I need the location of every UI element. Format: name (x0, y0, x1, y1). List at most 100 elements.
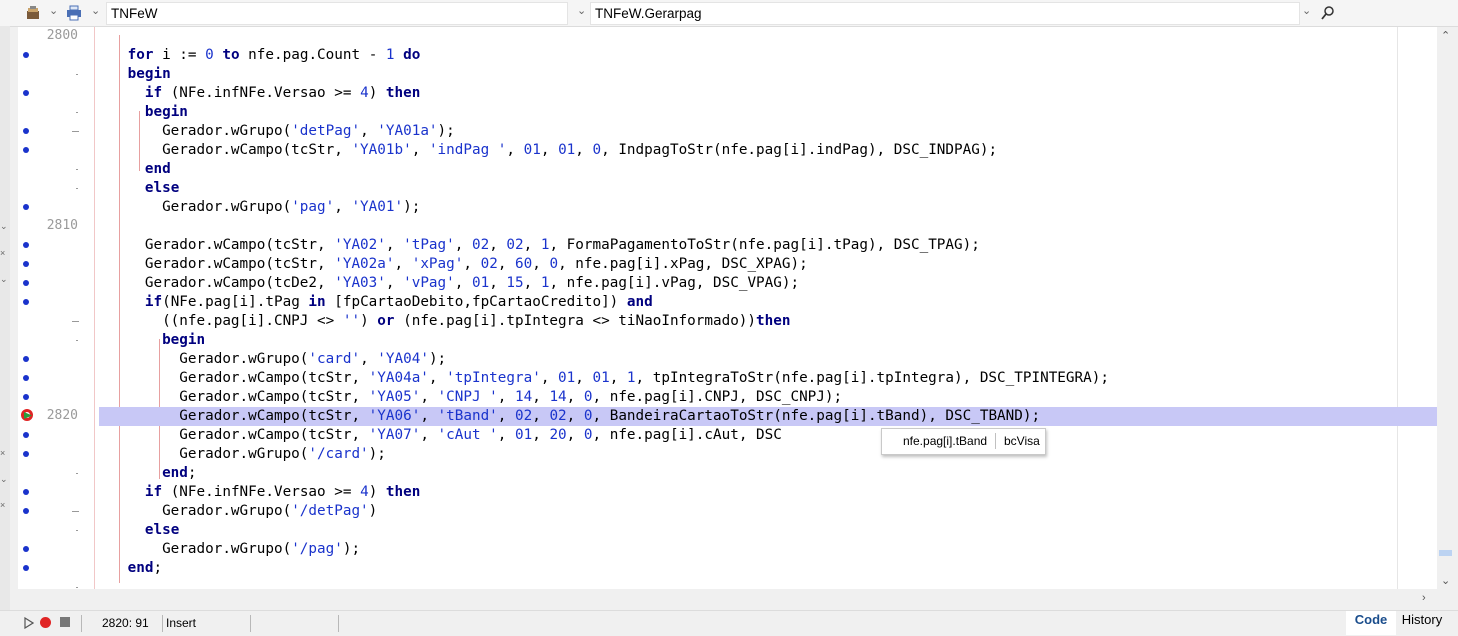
code-line[interactable]: end; (18, 559, 1437, 578)
code-line[interactable]: for i := 0 to nfe.pag.Count - 1 do (18, 46, 1437, 65)
breakpoint-gutter-dot[interactable] (23, 90, 29, 96)
code-line[interactable]: Gerador.wCampo(tcStr, 'YA02', 'tPag', 02… (18, 236, 1437, 255)
code-line[interactable]: begin (18, 103, 1437, 122)
code-line[interactable]: 2820 Gerador.wCampo(tcStr, 'YA06', 'tBan… (18, 407, 1437, 426)
run-icon[interactable] (24, 617, 34, 629)
close-icon[interactable]: × (0, 248, 5, 258)
chevron-down-icon[interactable]: ⌄ (91, 4, 100, 17)
breakpoint-gutter-dot[interactable] (23, 508, 29, 514)
code-text: Gerador.wCampo(tcStr, 'YA04a', 'tpIntegr… (76, 370, 1109, 386)
search-icon[interactable] (1320, 5, 1336, 21)
code-line[interactable]: ((nfe.pag[i].CNPJ <> '') or (nfe.pag[i].… (18, 312, 1437, 331)
code-text: Gerador.wCampo(tcStr, 'YA06', 'tBand', 0… (76, 408, 1041, 424)
tooltip-expression: nfe.pag[i].tBand (903, 434, 988, 448)
breakpoint-gutter-dot[interactable] (23, 280, 29, 286)
code-line[interactable]: Gerador.wGrupo('/card'); (18, 445, 1437, 464)
unit-combo-value: TNFeW (111, 6, 158, 21)
code-text: end; (162, 465, 197, 481)
breakpoint-gutter-dot[interactable] (23, 147, 29, 153)
code-text: else (144, 180, 180, 196)
code-line[interactable]: Gerador.wGrupo('detPag', 'YA01a'); (18, 122, 1437, 141)
code-line[interactable]: Gerador.wGrupo('pag', 'YA01'); (18, 198, 1437, 217)
tab-code[interactable]: Code (1346, 611, 1396, 635)
method-combo[interactable]: TNFeW.Gerarpag (590, 2, 1300, 25)
breakpoint-gutter-dot[interactable] (23, 128, 29, 134)
chevron-down-icon[interactable]: ⌄ (0, 474, 8, 485)
breakpoint-gutter-dot[interactable] (23, 299, 29, 305)
vertical-scrollbar[interactable]: ⌃ ⌄ (1437, 27, 1458, 589)
code-text: end (144, 161, 171, 177)
code-line[interactable]: 2800 (18, 27, 1437, 46)
breakpoint-gutter-dot[interactable] (23, 204, 29, 210)
code-line[interactable]: Gerador.wCampo(tcStr, 'YA05', 'CNPJ ', 1… (18, 388, 1437, 407)
scroll-thumb[interactable] (1439, 550, 1452, 556)
chevron-down-icon[interactable]: ⌄ (0, 221, 8, 232)
code-text: for i := 0 to nfe.pag.Count - 1 do (127, 47, 421, 63)
code-line[interactable]: else (18, 521, 1437, 540)
stop-icon[interactable] (60, 617, 70, 627)
code-line[interactable]: if (NFe.infNFe.Versao >= 4) then (18, 483, 1437, 502)
breakpoint-gutter-dot[interactable] (23, 565, 29, 571)
method-combo-value: TNFeW.Gerarpag (595, 6, 702, 21)
scroll-up-icon[interactable]: ⌃ (1441, 29, 1450, 42)
code-line[interactable]: Gerador.wGrupo('/pag'); (18, 540, 1437, 559)
breakpoint-gutter-dot[interactable] (23, 356, 29, 362)
toolbar: ⌄ ⌄ TNFeW ⌄ TNFeW.Gerarpag ⌄ (0, 0, 1458, 27)
breakpoint-gutter-dot[interactable] (23, 432, 29, 438)
tab-history[interactable]: History (1400, 611, 1444, 635)
project-icon[interactable] (25, 5, 41, 21)
code-text: begin (162, 332, 206, 348)
chevron-down-icon[interactable]: ⌄ (1302, 4, 1311, 17)
status-separator (81, 615, 82, 632)
code-line[interactable]: end (18, 160, 1437, 179)
code-line[interactable]: if(NFe.pag[i].tPag in [fpCartaoDebito,fp… (18, 293, 1437, 312)
code-text: Gerador.wCampo(tcStr, 'YA05', 'CNPJ ', 1… (76, 389, 843, 405)
code-line[interactable]: 2810 (18, 217, 1437, 236)
scroll-down-icon[interactable]: ⌄ (1441, 574, 1450, 587)
breakpoint-gutter-dot[interactable] (23, 394, 29, 400)
breakpoint-gutter-dot[interactable] (23, 242, 29, 248)
code-line[interactable] (18, 578, 1437, 589)
code-line[interactable]: Gerador.wCampo(tcStr, 'YA04a', 'tpIntegr… (18, 369, 1437, 388)
code-line[interactable]: begin (18, 331, 1437, 350)
code-text: begin (144, 104, 188, 120)
breakpoint-gutter-dot[interactable] (23, 261, 29, 267)
breakpoint-gutter-dot[interactable] (23, 546, 29, 552)
code-text: Gerador.wCampo(tcDe2, 'YA03', 'vPag', 01… (76, 275, 800, 291)
close-icon[interactable]: × (0, 448, 5, 458)
code-line[interactable]: Gerador.wGrupo('card', 'YA04'); (18, 350, 1437, 369)
breakpoint-gutter-dot[interactable] (23, 375, 29, 381)
left-dock-strip[interactable]: ⌄ × ⌄ × ⌄ × (0, 26, 10, 610)
code-line[interactable]: Gerador.wCampo(tcStr, 'YA01b', 'indPag '… (18, 141, 1437, 160)
code-text: Gerador.wGrupo('/card'); (76, 446, 386, 462)
code-line[interactable]: Gerador.wGrupo('/detPag') (18, 502, 1437, 521)
horizontal-scrollbar[interactable]: › (18, 589, 1437, 610)
execution-point-icon[interactable] (20, 408, 35, 423)
code-line[interactable]: begin (18, 65, 1437, 84)
breakpoint-gutter-dot[interactable] (23, 52, 29, 58)
chevron-down-icon[interactable]: ⌄ (0, 274, 8, 285)
code-text: else (144, 522, 180, 538)
code-text: Gerador.wCampo(tcStr, 'YA02a', 'xPag', 0… (76, 256, 808, 272)
code-text: begin (127, 66, 171, 82)
code-text: ((nfe.pag[i].CNPJ <> '') or (nfe.pag[i].… (76, 313, 791, 329)
close-icon[interactable]: × (0, 500, 5, 510)
cursor-position: 2820: 91 (102, 616, 149, 630)
code-editor[interactable]: 2800 for i := 0 to nfe.pag.Count - 1 do … (18, 27, 1437, 589)
status-separator (162, 615, 163, 632)
chevron-down-icon[interactable]: ⌄ (49, 4, 58, 17)
code-line[interactable]: if (NFe.infNFe.Versao >= 4) then (18, 84, 1437, 103)
breakpoint-gutter-dot[interactable] (23, 451, 29, 457)
unit-combo[interactable]: TNFeW (106, 2, 568, 25)
print-icon[interactable] (66, 5, 82, 21)
breakpoint-gutter-dot[interactable] (23, 489, 29, 495)
chevron-down-icon[interactable]: ⌄ (577, 4, 586, 17)
record-icon[interactable] (40, 617, 51, 628)
code-line[interactable]: Gerador.wCampo(tcStr, 'YA07', 'cAut ', 0… (18, 426, 1437, 445)
code-text: Gerador.wGrupo('pag', 'YA01'); (76, 199, 421, 215)
code-line[interactable]: end; (18, 464, 1437, 483)
code-line[interactable]: Gerador.wCampo(tcStr, 'YA02a', 'xPag', 0… (18, 255, 1437, 274)
code-line[interactable]: Gerador.wCampo(tcDe2, 'YA03', 'vPag', 01… (18, 274, 1437, 293)
code-line[interactable]: else (18, 179, 1437, 198)
scroll-right-icon[interactable]: › (1422, 592, 1426, 604)
